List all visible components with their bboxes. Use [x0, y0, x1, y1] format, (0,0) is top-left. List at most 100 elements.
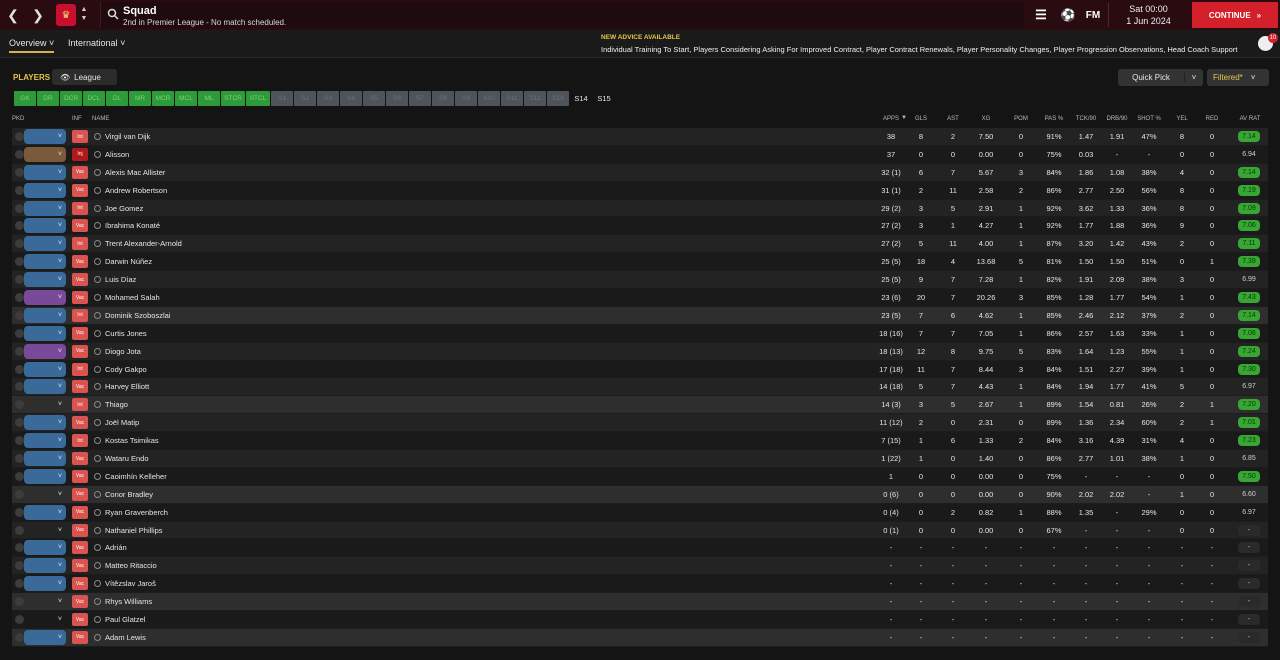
position-filter-s10[interactable]: S10	[478, 91, 500, 106]
position-filter-s3[interactable]: S3	[317, 91, 339, 106]
position-dropdown[interactable]: ˅	[24, 433, 66, 449]
position-dropdown[interactable]: ˅	[24, 307, 66, 323]
table-row[interactable]: ˅ Vac Adrián - - - - - - - - - - - -	[12, 539, 1268, 558]
player-name[interactable]: Conor Bradley	[105, 490, 153, 499]
table-row[interactable]: ˅ Vac Caoimhín Kelleher 1 0 0 0.00 0 75% - - - 0 0 7.5…	[12, 467, 1268, 486]
table-row[interactable]: ˅ Vac Nathaniel Phillips 0 (1) 0 0 0.00 0 67% - - -…	[12, 521, 1268, 540]
position-filter-dcr[interactable]: DCR	[60, 91, 82, 106]
position-filter-dl[interactable]: DL	[106, 91, 128, 106]
table-row[interactable]: ˅ Vac Alexis Mac Allister 32 (1) 6 7 5.67 3 84% 1…	[12, 163, 1268, 182]
info-badge[interactable]: Vac	[72, 630, 88, 644]
table-row[interactable]: ˅ Vac Luis Díaz 25 (5) 9 7 7.28 1 82% 1.91 2.09 38%…	[12, 271, 1268, 290]
table-row[interactable]: ˅ Vac Ibrahima Konaté 27 (2) 3 1 4.27 1 92% 1.77 1…	[12, 217, 1268, 236]
position-dropdown[interactable]: ˅	[24, 272, 66, 288]
player-name[interactable]: Virgil van Dijk	[105, 132, 150, 141]
table-row[interactable]: ˅ Vac Paul Glatzel - - - - - - - - - - - -	[12, 611, 1268, 629]
table-row[interactable]: ˅ Vac Diogo Jota 18 (13) 12 8 9.75 5 83% 1.64 1.23…	[12, 342, 1268, 361]
position-filter-s2[interactable]: S2	[294, 91, 316, 106]
table-row[interactable]: ˅ Vac Vítězslav Jaroš - - - - - - - - - - - -	[12, 575, 1268, 594]
position-dropdown[interactable]: ˅	[24, 558, 66, 574]
player-name[interactable]: Nathaniel Phillips	[105, 526, 163, 535]
player-name[interactable]: Adam Lewis	[105, 633, 146, 642]
player-name[interactable]: Cody Gakpo	[105, 365, 147, 374]
picked-toggle[interactable]	[15, 293, 24, 303]
picked-toggle[interactable]	[15, 561, 24, 571]
table-row[interactable]: ˅ Vac Ryan Gravenberch 0 (4) 0 2 0.82 1 88% 1.35 -…	[12, 503, 1268, 522]
game-date[interactable]: Sat 00:00 1 Jun 2024	[1108, 3, 1188, 27]
info-badge[interactable]: Vac	[72, 523, 88, 537]
info-badge[interactable]: Vac	[72, 380, 88, 394]
position-filter-stcr[interactable]: STCR	[221, 91, 245, 106]
player-name[interactable]: Ryan Gravenberch	[105, 508, 168, 517]
table-row[interactable]: ˅ Int Trent Alexander-Arnold 27 (2) 5 11 4.00 1…	[12, 235, 1268, 254]
player-name[interactable]: Paul Glatzel	[105, 615, 145, 624]
position-dropdown[interactable]: ˅	[24, 146, 66, 162]
position-filter-s4[interactable]: S4	[340, 91, 362, 106]
table-row[interactable]: ˅ Int Joe Gomez 29 (2) 3 5 2.91 1 92% 3.62 1.33 36%…	[12, 199, 1268, 218]
tab-overview[interactable]: Overview ˅	[9, 38, 55, 53]
info-badge[interactable]: Int	[72, 398, 88, 412]
table-row[interactable]: ˅ Vac Harvey Elliott 14 (18) 5 7 4.43 1 84% 1.94 1…	[12, 378, 1268, 397]
position-filter-s8[interactable]: S8	[432, 91, 454, 106]
picked-toggle[interactable]	[15, 275, 24, 285]
info-badge[interactable]: Vac	[72, 505, 88, 519]
picked-toggle[interactable]	[15, 436, 24, 446]
position-dropdown[interactable]: ˅	[24, 182, 66, 198]
table-row[interactable]: ˅ Vac Matteo Ritaccio - - - - - - - - - - - -	[12, 557, 1268, 576]
club-crest-icon[interactable]: ♛	[56, 4, 76, 26]
forward-arrow-icon[interactable]: ❯	[25, 0, 51, 30]
picked-toggle[interactable]	[15, 471, 24, 481]
picked-toggle[interactable]	[15, 400, 24, 410]
position-filter-s9[interactable]: S9	[455, 91, 477, 106]
picked-toggle[interactable]	[15, 632, 24, 642]
table-row[interactable]: ˅ Vac Wataru Endo 1 (22) 1 0 1.40 0 86% 2.77 1.01 3…	[12, 450, 1268, 468]
position-dropdown[interactable]: ˅	[24, 361, 66, 377]
filtered-dropdown[interactable]: Filtered* ˅	[1207, 69, 1269, 86]
table-row[interactable]: ˅ Vac Darwin Núñez 25 (5) 18 4 13.68 5 81% 1.50 1.…	[12, 253, 1268, 272]
player-name[interactable]: Kostas Tsimikas	[105, 436, 159, 445]
position-dropdown[interactable]: ˅	[24, 164, 66, 180]
position-filter-mcl[interactable]: MCL	[175, 91, 197, 106]
position-filter-mcr[interactable]: MCR	[152, 91, 174, 106]
position-dropdown[interactable]: ˅	[24, 200, 66, 216]
position-dropdown[interactable]: ˅	[24, 612, 66, 627]
table-row[interactable]: ˅ Vac Joël Matip 11 (12) 2 0 2.31 0 89% 1.36 2.34 6…	[12, 414, 1268, 433]
position-filter-s6[interactable]: S6	[386, 91, 408, 106]
info-badge[interactable]: Vac	[72, 416, 88, 430]
picked-toggle[interactable]	[15, 543, 24, 553]
picked-toggle[interactable]	[15, 525, 24, 535]
position-filter-ml[interactable]: ML	[198, 91, 220, 106]
picked-toggle[interactable]	[15, 132, 24, 141]
column-header-drb[interactable]: DRB/90	[1102, 116, 1132, 122]
column-header-yel[interactable]: YEL	[1172, 116, 1192, 122]
column-header-xg[interactable]: XG	[972, 116, 1000, 122]
position-filter-dcl[interactable]: DCL	[83, 91, 105, 106]
player-name[interactable]: Joe Gomez	[105, 204, 143, 213]
picked-toggle[interactable]	[15, 167, 24, 177]
position-dropdown[interactable]: ˅	[24, 594, 66, 609]
position-filter-mr[interactable]: MR	[129, 91, 151, 106]
position-dropdown[interactable]: ˅	[24, 218, 66, 234]
table-row[interactable]: ˅ Vac Rhys Williams - - - - - - - - - - - -	[12, 593, 1268, 612]
position-dropdown[interactable]: ˅	[24, 343, 66, 359]
info-badge[interactable]: Vac	[72, 219, 88, 233]
table-row[interactable]: ˅ Int Dominik Szoboszlai 23 (5) 7 6 4.62 1 85% 2.…	[12, 306, 1268, 325]
info-badge[interactable]: Int	[72, 237, 88, 251]
info-badge[interactable]: Vac	[72, 559, 88, 573]
position-dropdown[interactable]: ˅	[24, 254, 66, 270]
picked-toggle[interactable]	[15, 454, 24, 464]
table-row[interactable]: ˅ Int Kostas Tsimikas 7 (15) 1 6 1.33 2 84% 3.16 4…	[12, 432, 1268, 451]
club-switch-arrows-icon[interactable]: ▲ ▼	[79, 5, 89, 23]
player-name[interactable]: Wataru Endo	[105, 454, 149, 463]
fm-logo[interactable]: FM	[1082, 0, 1104, 30]
table-row[interactable]: ˅ Int Cody Gakpo 17 (18) 11 7 8.44 3 84% 1.51 2.27…	[12, 360, 1268, 379]
info-badge[interactable]: Int	[72, 130, 88, 143]
column-header-rat[interactable]: AV RAT	[1236, 116, 1264, 122]
picked-toggle[interactable]	[15, 203, 24, 213]
column-header-tck[interactable]: TCK/90	[1072, 116, 1100, 122]
info-badge[interactable]: Vac	[72, 291, 88, 305]
league-dropdown[interactable]: 👁 League	[52, 69, 117, 85]
info-badge[interactable]: Int	[72, 201, 88, 215]
position-dropdown[interactable]: ˅	[24, 415, 66, 431]
player-name[interactable]: Curtis Jones	[105, 329, 147, 338]
